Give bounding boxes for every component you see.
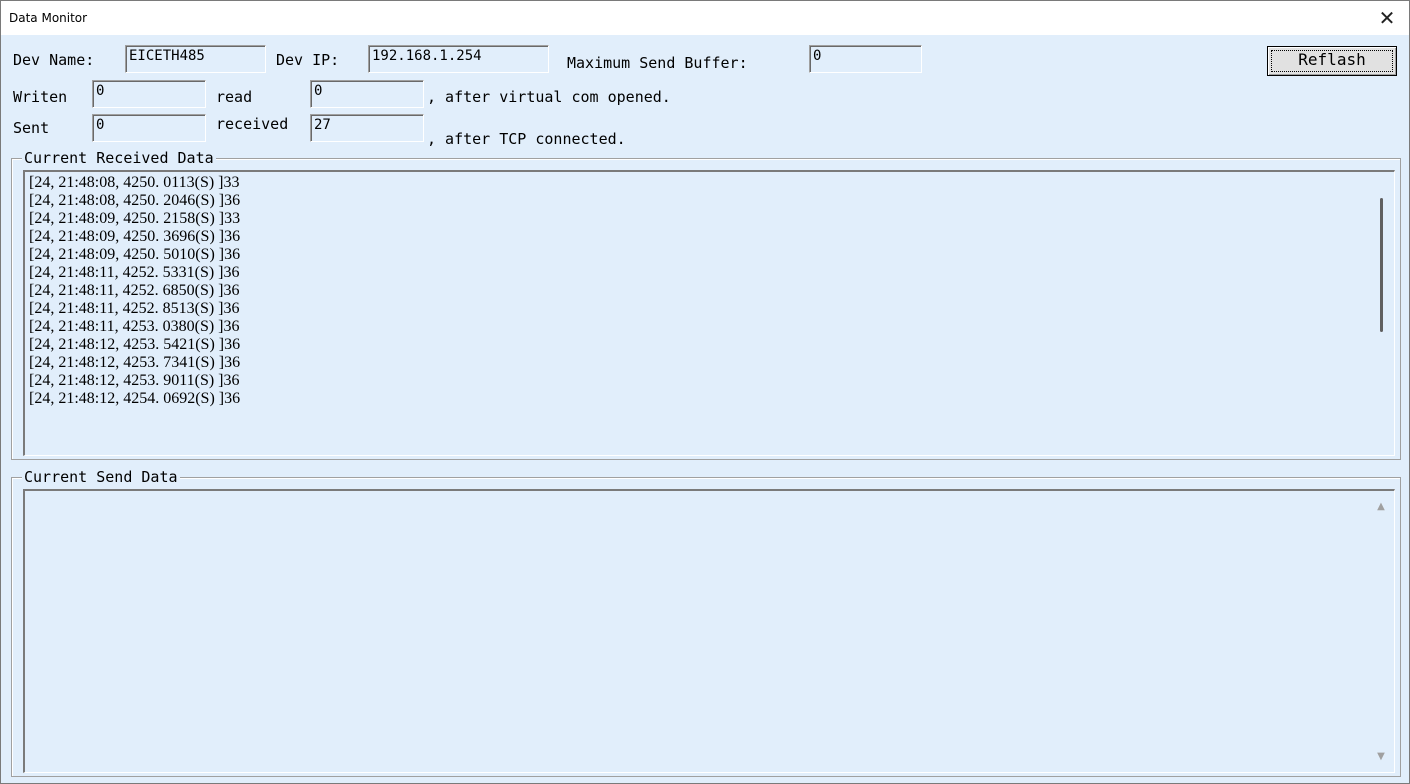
written-field[interactable]: 0: [92, 80, 206, 108]
reflash-button[interactable]: Reflash: [1267, 46, 1397, 76]
received-line: [24, 21:48:09, 4250. 3696(S) ]36: [29, 228, 241, 245]
received-scrollbar[interactable]: [1370, 174, 1392, 453]
title-bar[interactable]: Data Monitor ✕: [1, 1, 1409, 35]
window-title: Data Monitor: [9, 11, 88, 25]
read-field[interactable]: 0: [310, 80, 424, 108]
received-line: [24, 21:48:11, 4252. 5331(S) ]36: [29, 264, 240, 281]
received-line: [24, 21:48:11, 4253. 0380(S) ]36: [29, 318, 240, 335]
received-line: [24, 21:48:11, 4252. 8513(S) ]36: [29, 300, 240, 317]
max-send-buffer-label: Maximum Send Buffer:: [567, 54, 748, 72]
scroll-down-arrow-icon[interactable]: ▼: [1374, 751, 1388, 762]
dev-ip-label: Dev IP:: [276, 51, 340, 69]
send-data-textbox[interactable]: ▲ ▼: [23, 489, 1395, 773]
received-data-title: Current Received Data: [22, 149, 216, 167]
sent-field[interactable]: 0: [92, 114, 206, 142]
received-data-textbox[interactable]: [24, 21:48:08, 4250. 0113(S) ]33 [24, 21:…: [23, 170, 1395, 456]
received-line: [24, 21:48:12, 4253. 9011(S) ]36: [29, 372, 240, 389]
written-label: Writen: [13, 88, 68, 106]
scrollbar-thumb[interactable]: [1380, 198, 1383, 332]
received-line: [24, 21:48:09, 4250. 5010(S) ]36: [29, 246, 241, 263]
send-scrollbar[interactable]: ▲ ▼: [1370, 493, 1392, 770]
button-focus-rect: [1271, 50, 1393, 72]
received-line: [24, 21:48:08, 4250. 0113(S) ]33: [29, 174, 240, 191]
received-line: [24, 21:48:09, 4250. 2158(S) ]33: [29, 210, 241, 227]
received-line: [24, 21:48:08, 4250. 2046(S) ]36: [29, 192, 241, 209]
received-line: [24, 21:48:12, 4254. 0692(S) ]36: [29, 390, 241, 407]
received-data-lines: [24, 21:48:08, 4250. 0113(S) ]33 [24, 21:…: [29, 174, 240, 408]
received-line: [24, 21:48:12, 4253. 7341(S) ]36: [29, 354, 241, 371]
received-line: [24, 21:48:11, 4252. 6850(S) ]36: [29, 282, 240, 299]
send-data-title: Current Send Data: [22, 468, 180, 486]
received-line: [24, 21:48:12, 4253. 5421(S) ]36: [29, 336, 241, 353]
read-label: read: [216, 88, 253, 106]
dev-name-label: Dev Name:: [13, 51, 95, 69]
tcp-note: , after TCP connected.: [427, 130, 626, 148]
virtual-com-note: , after virtual com opened.: [427, 88, 671, 106]
scroll-up-arrow-icon[interactable]: ▲: [1374, 501, 1388, 512]
sent-label: Sent: [13, 119, 50, 137]
received-data-group: Current Received Data [24, 21:48:08, 425…: [11, 149, 1401, 460]
received-label: received: [216, 115, 289, 133]
send-data-group: Current Send Data ▲ ▼: [11, 468, 1401, 777]
dev-name-field[interactable]: EICETH485: [125, 45, 266, 73]
data-monitor-window: Data Monitor ✕ Dev Name: EICETH485 Dev I…: [0, 0, 1410, 784]
close-icon[interactable]: ✕: [1375, 6, 1399, 30]
max-send-buffer-field[interactable]: 0: [809, 45, 922, 73]
dev-ip-field[interactable]: 192.168.1.254: [368, 45, 549, 73]
received-field[interactable]: 27: [310, 114, 424, 142]
